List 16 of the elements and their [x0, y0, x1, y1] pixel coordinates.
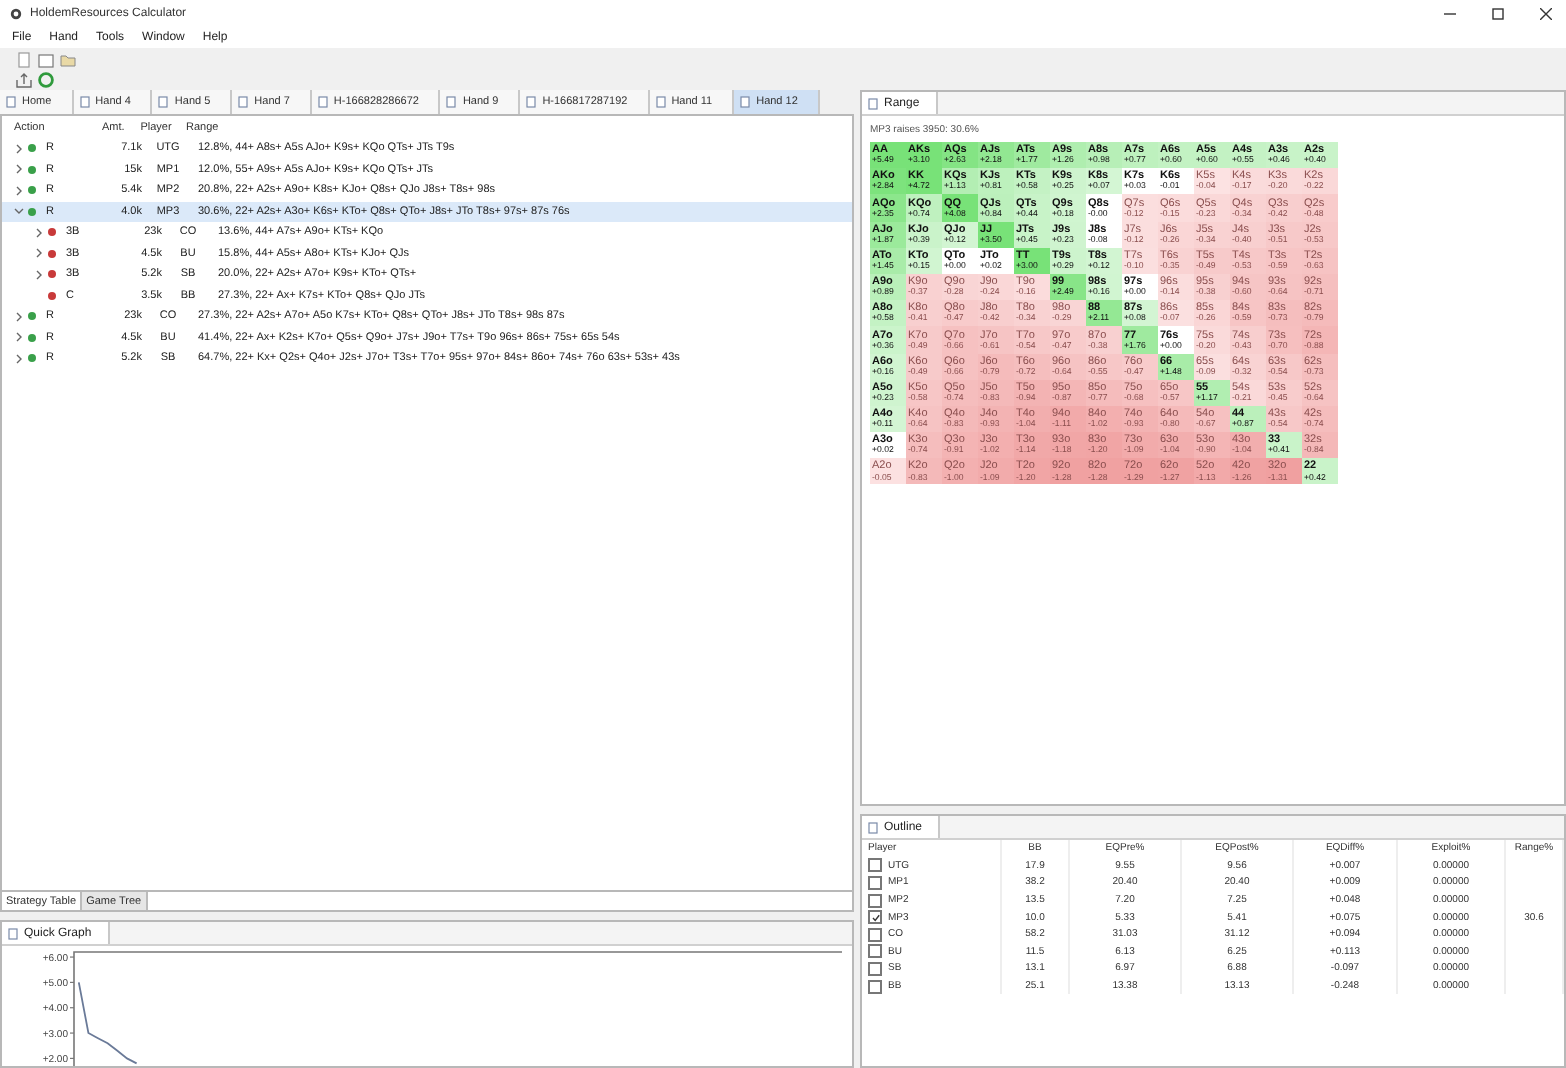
y-axis-ticks [69, 956, 75, 1059]
player-checkbox[interactable] [868, 858, 882, 873]
export-button[interactable] [16, 71, 32, 87]
maximize-icon [1492, 8, 1504, 20]
player-checkbox[interactable] [868, 927, 882, 942]
app-icon [10, 8, 22, 20]
close-icon [1540, 8, 1552, 20]
player-checkbox[interactable] [868, 944, 882, 959]
ev-line [77, 981, 138, 1065]
player-checkbox[interactable] [868, 961, 882, 976]
player-checkbox[interactable] [868, 893, 882, 908]
minimize-icon [1444, 8, 1456, 20]
player-checkbox[interactable] [868, 979, 882, 994]
player-checkbox[interactable] [868, 910, 882, 925]
player-checkbox[interactable] [868, 875, 882, 890]
run-button[interactable] [38, 71, 54, 87]
